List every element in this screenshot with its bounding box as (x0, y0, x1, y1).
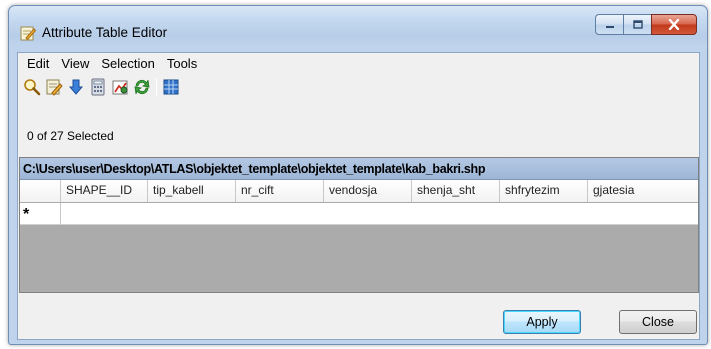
column-header-shenja-sht[interactable]: shenja_sht (412, 180, 500, 202)
edit-icon (46, 79, 63, 96)
move-down-button[interactable] (66, 77, 86, 97)
grid-icon (163, 79, 179, 95)
grid-button[interactable] (161, 77, 181, 97)
title-bar[interactable]: Attribute Table Editor (9, 6, 707, 52)
toolbar (22, 76, 183, 98)
chart-button[interactable] (110, 77, 130, 97)
refresh-button[interactable] (132, 77, 152, 97)
close-window-button[interactable] (651, 14, 697, 35)
refresh-icon (134, 79, 150, 95)
zoom-button[interactable] (22, 77, 42, 97)
grid-corner-cell[interactable] (20, 180, 61, 202)
attribute-table-editor-window: Attribute Table Editor Edit View Selecti… (8, 5, 708, 345)
window-title: Attribute Table Editor (42, 25, 168, 40)
column-header-shape-id[interactable]: SHAPE__ID (61, 180, 148, 202)
window-controls (595, 14, 697, 36)
minimize-icon (605, 25, 614, 28)
move-down-icon (68, 79, 84, 95)
selection-status: 0 of 27 Selected (27, 129, 114, 143)
column-header-tip-kabell[interactable]: tip_kabell (148, 180, 236, 202)
column-header-shfrytezim[interactable]: shfrytezim (500, 180, 588, 202)
close-icon (668, 19, 680, 30)
calculator-button[interactable] (88, 77, 108, 97)
maximize-icon (632, 20, 643, 29)
close-button[interactable]: Close (619, 310, 697, 334)
chart-icon (112, 80, 128, 95)
menu-bar: Edit View Selection Tools (18, 53, 699, 75)
column-header-vendosja[interactable]: vendosja (324, 180, 412, 202)
new-row-marker[interactable]: * (20, 203, 61, 225)
calculator-icon (91, 78, 105, 96)
grid-header-row: SHAPE__ID tip_kabell nr_cift vendosja sh… (20, 180, 698, 202)
attribute-grid: C:\Users\user\Desktop\ATLAS\objektet_tem… (19, 157, 699, 293)
toolbar-separator (156, 78, 157, 96)
minimize-button[interactable] (595, 14, 623, 35)
edit-table-icon (20, 26, 36, 41)
menu-tools[interactable]: Tools (161, 54, 203, 74)
column-header-gjatesia[interactable]: gjatesia (588, 180, 698, 202)
column-header-nr-cift[interactable]: nr_cift (236, 180, 324, 202)
grid-empty-area (20, 225, 698, 292)
window-client-area: Edit View Selection Tools 0 of 27 Select… (17, 52, 700, 340)
menu-view[interactable]: View (55, 54, 95, 74)
menu-edit[interactable]: Edit (21, 54, 55, 74)
menu-selection[interactable]: Selection (95, 54, 160, 74)
apply-button[interactable]: Apply (503, 310, 581, 334)
zoom-icon (24, 79, 41, 96)
table-path-caption: C:\Users\user\Desktop\ATLAS\objektet_tem… (20, 158, 698, 180)
edit-button[interactable] (44, 77, 64, 97)
maximize-button[interactable] (623, 14, 651, 35)
table-row-new[interactable]: * (20, 203, 698, 225)
